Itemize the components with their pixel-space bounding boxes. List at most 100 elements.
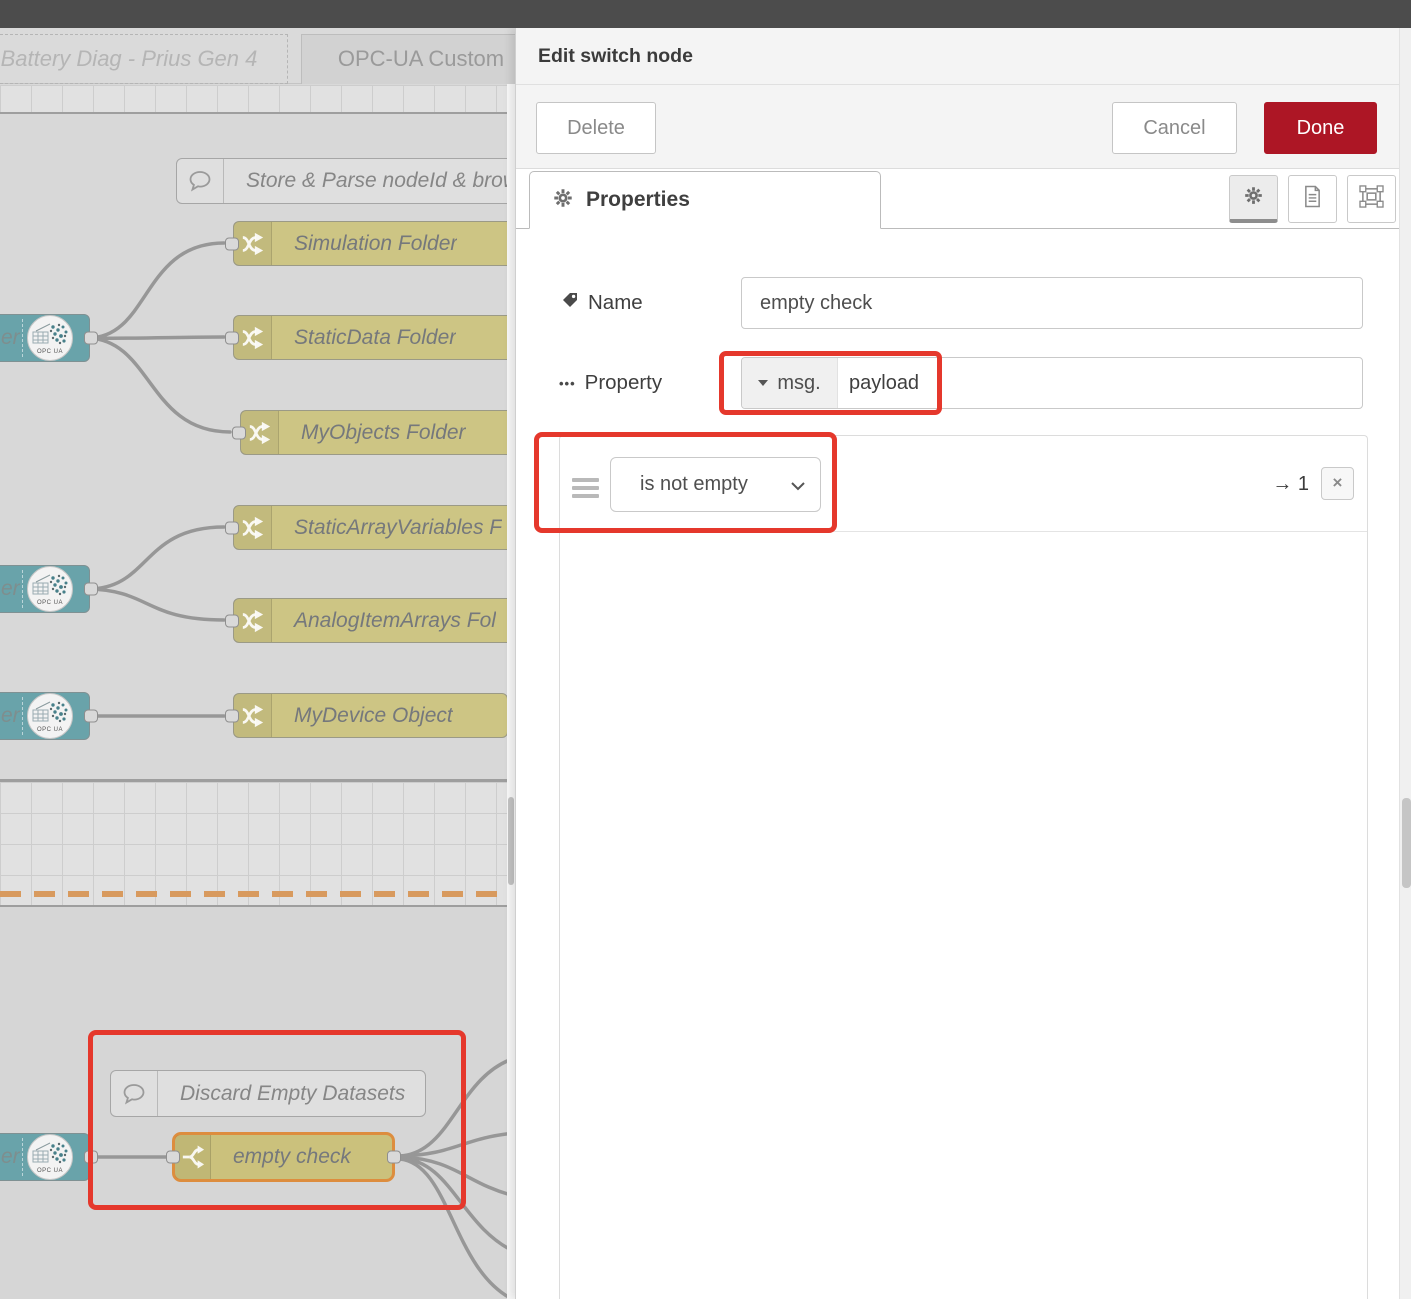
property-field-label: ••• Property	[559, 357, 662, 409]
node-icon-separator	[22, 697, 23, 735]
comment-node-store-parse[interactable]: Store & Parse nodeId & brow	[176, 158, 515, 204]
switch-icon	[234, 316, 272, 359]
property-type-select[interactable]: msg.	[742, 358, 838, 408]
node-opcua-browser[interactable]: er OPC UA	[0, 565, 90, 613]
workspace-tab-battery-diag[interactable]: Battery Diag - Prius Gen 4	[0, 34, 288, 84]
switch-icon	[234, 506, 272, 549]
switch-icon	[234, 599, 272, 642]
node-output-port[interactable]	[387, 1151, 401, 1164]
rules-container: is not empty → 1 ×	[559, 435, 1368, 1299]
node-empty-check-selected[interactable]: empty check	[172, 1132, 395, 1182]
rule-remove-button[interactable]: ×	[1321, 467, 1354, 500]
node-label: StaticData Folder	[272, 326, 456, 350]
name-field-label-text: Name	[588, 291, 643, 315]
opcua-icon: OPC UA	[27, 693, 73, 739]
dialog-title: Edit switch node	[516, 28, 1399, 85]
appearance-tab-button[interactable]	[1347, 175, 1396, 223]
node-input-port[interactable]	[225, 709, 239, 722]
opcua-icon: OPC UA	[27, 1134, 73, 1180]
node-opcua-browser[interactable]: er OPC UA	[0, 314, 90, 362]
wire[interactable]	[88, 337, 224, 338]
property-value[interactable]: payload	[838, 358, 1362, 408]
wire[interactable]	[88, 527, 224, 589]
node-red-editor: Battery Diag - Prius Gen 4 OPC-UA Custom	[0, 0, 1411, 1299]
node-label: er	[1, 566, 20, 611]
node-label: er	[1, 693, 20, 738]
delete-button[interactable]: Delete	[536, 102, 656, 154]
dialog-header: Edit switch node	[516, 28, 1399, 85]
switch-icon	[234, 694, 272, 737]
canvas-scrollbar-thumb[interactable]	[508, 797, 514, 885]
node-label: Simulation Folder	[272, 232, 457, 256]
node-label: MyDevice Object	[272, 704, 453, 728]
node-label: AnalogItemArrays Fol	[272, 609, 496, 633]
document-icon	[1303, 185, 1322, 213]
comment-node-discard-empty[interactable]: Discard Empty Datasets	[110, 1070, 426, 1117]
node-myobjects-folder[interactable]: MyObjects Folder	[240, 410, 515, 455]
node-label: er	[1, 315, 20, 360]
chevron-down-icon	[791, 482, 805, 491]
page-scrollbar-track[interactable]	[1399, 28, 1411, 1299]
cancel-button[interactable]: Cancel	[1112, 102, 1237, 154]
dialog-tab-row: Properties	[516, 169, 1399, 229]
flow-canvas[interactable]: Battery Diag - Prius Gen 4 OPC-UA Custom	[0, 28, 515, 1299]
wire[interactable]	[88, 338, 230, 432]
name-field-label: Name	[561, 277, 643, 329]
opcua-icon-label: OPC UA	[28, 1168, 72, 1174]
node-simulation-folder[interactable]: Simulation Folder	[233, 221, 515, 266]
wire[interactable]	[88, 243, 224, 338]
node-label: empty check	[211, 1145, 351, 1169]
opcua-icon: OPC UA	[27, 566, 73, 612]
node-input-port[interactable]	[232, 426, 246, 439]
node-icon-separator	[22, 570, 23, 608]
node-mydevice-object[interactable]: MyDevice Object	[233, 693, 508, 738]
node-output-port[interactable]	[84, 710, 98, 723]
node-input-port[interactable]	[225, 237, 239, 250]
node-output-port[interactable]	[84, 332, 98, 345]
app-header-bar	[0, 0, 1411, 28]
canvas-scrollbar-track[interactable]	[507, 84, 515, 1299]
switch-icon	[234, 222, 272, 265]
gear-icon	[1243, 185, 1264, 211]
property-field-label-text: Property	[585, 371, 662, 395]
wire[interactable]	[88, 589, 224, 620]
property-type-label: msg.	[777, 372, 820, 395]
node-icon-separator	[22, 1138, 23, 1176]
gear-icon	[552, 187, 574, 214]
node-output-port[interactable]	[84, 583, 98, 596]
done-button[interactable]: Done	[1264, 102, 1377, 154]
edit-switch-node-dialog: Edit switch node Delete Cancel Done Prop…	[515, 28, 1399, 1299]
opcua-icon-label: OPC UA	[28, 349, 72, 355]
page-scrollbar-thumb[interactable]	[1402, 798, 1411, 888]
opcua-icon-label: OPC UA	[28, 727, 72, 733]
rule-operator-value: is not empty	[611, 458, 820, 511]
node-label: er	[1, 1134, 20, 1179]
node-analogitemarrays-folder[interactable]: AnalogItemArrays Fol	[233, 598, 515, 643]
node-input-port[interactable]	[225, 331, 239, 344]
node-label: Store & Parse nodeId & brow	[224, 169, 515, 193]
node-input-port[interactable]	[166, 1151, 180, 1164]
node-label: StaticArrayVariables F	[272, 516, 502, 540]
node-opcua-browser[interactable]: er OPC UA	[0, 1133, 90, 1181]
name-input[interactable]	[741, 277, 1363, 329]
node-input-port[interactable]	[225, 614, 239, 627]
workspace-tab-opcua-custom[interactable]: OPC-UA Custom	[301, 34, 515, 84]
node-staticdata-folder[interactable]: StaticData Folder	[233, 315, 515, 360]
tab-properties[interactable]: Properties	[529, 171, 881, 229]
wire[interactable]	[400, 1159, 512, 1299]
properties-tab-button[interactable]	[1229, 175, 1278, 223]
node-label: MyObjects Folder	[279, 421, 466, 445]
object-group-icon	[1359, 185, 1384, 213]
tab-properties-label: Properties	[586, 188, 690, 212]
node-output-port[interactable]	[84, 1151, 98, 1164]
rule-output-label: → 1	[1272, 436, 1309, 532]
node-input-port[interactable]	[225, 521, 239, 534]
drag-handle-icon[interactable]	[572, 478, 599, 502]
description-tab-button[interactable]	[1288, 175, 1337, 223]
comment-bubble-icon	[177, 159, 224, 203]
tag-icon	[561, 291, 579, 315]
rule-operator-select[interactable]: is not empty	[610, 457, 821, 512]
node-staticarrayvariables-folder[interactable]: StaticArrayVariables F	[233, 505, 515, 550]
node-opcua-browser[interactable]: er OPC UA	[0, 692, 90, 740]
opcua-icon-label: OPC UA	[28, 600, 72, 606]
